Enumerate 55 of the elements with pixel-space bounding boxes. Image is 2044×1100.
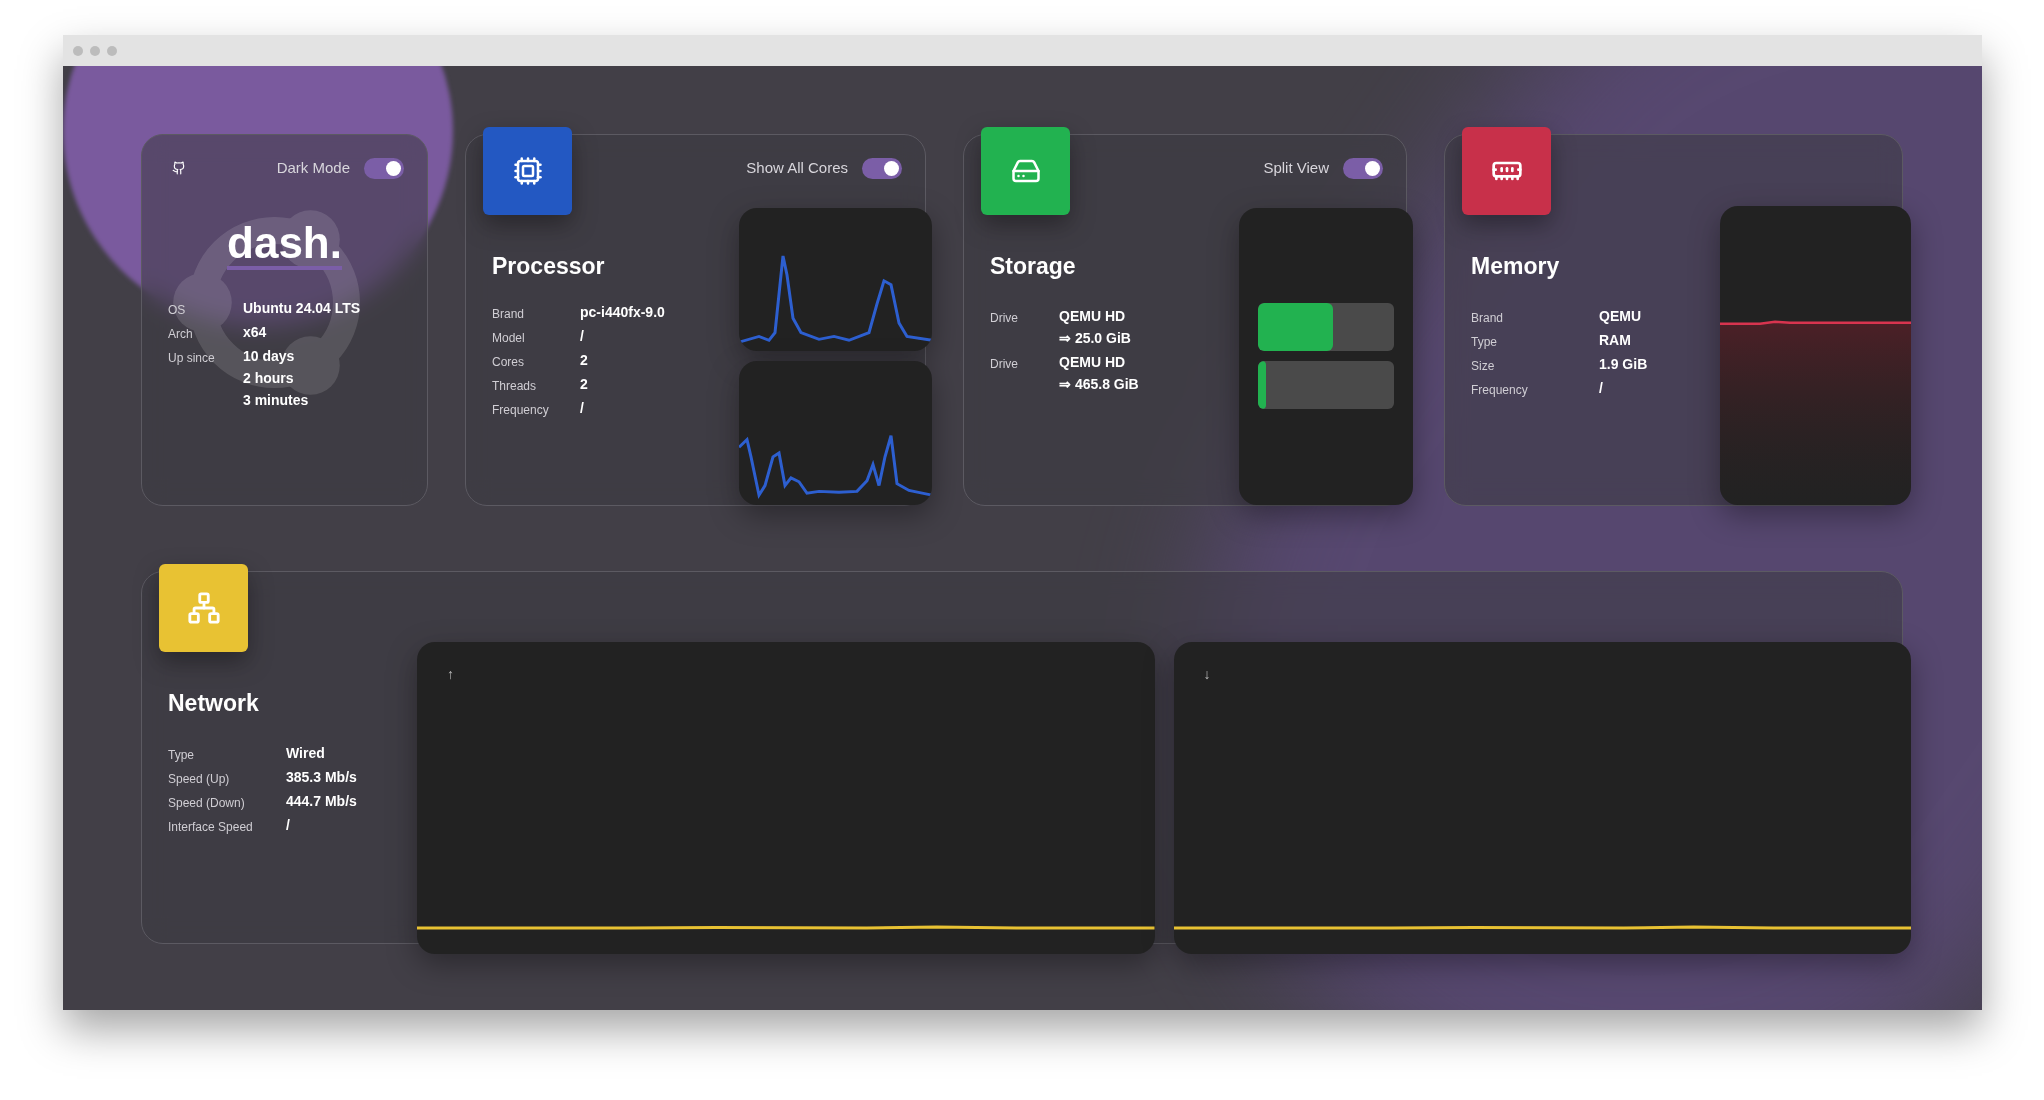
- info-label: Up since: [168, 349, 216, 367]
- info-label: Interface Speed: [168, 818, 254, 836]
- info-label: Arch: [168, 325, 194, 343]
- toggle-switch[interactable]: [862, 157, 902, 179]
- info-value: RAM: [1599, 330, 1631, 350]
- toggle-label: Show All Cores: [746, 158, 848, 178]
- info-value: /: [580, 326, 584, 346]
- info-value: ⇒ 465.8 GiB: [1059, 374, 1139, 394]
- info-label: Type: [168, 746, 195, 764]
- info-value: Ubuntu 24.04 LTS: [243, 298, 361, 318]
- info-value: 385.3 Mb/s: [286, 767, 357, 787]
- info-value: 2: [580, 350, 588, 370]
- info-value: Wired: [286, 743, 325, 763]
- info-value: 1.9 GiB: [1599, 354, 1648, 374]
- info-value: /: [286, 815, 290, 835]
- info-label: Type: [1471, 333, 1498, 351]
- info-value: x64: [243, 322, 267, 342]
- info-value: 10 days: [243, 346, 296, 366]
- info-value: pc-i440fx-9.0: [580, 302, 665, 322]
- chip-icon: [512, 156, 543, 186]
- card-title: Memory: [1471, 252, 1561, 281]
- logo-icon[interactable]: [172, 161, 186, 176]
- info-value: 444.7 Mb/s: [286, 791, 357, 811]
- toggle-switch[interactable]: [1343, 157, 1383, 179]
- info-label: Cores: [492, 353, 525, 371]
- info-label: OS: [168, 301, 187, 319]
- card-title: Processor: [492, 252, 606, 281]
- direction-arrow: ↑: [447, 665, 454, 684]
- info-value: /: [580, 398, 584, 418]
- info-label: Frequency: [492, 401, 550, 419]
- info-label: Brand: [1471, 309, 1505, 327]
- info-label: Size: [1471, 357, 1496, 375]
- info-value: QEMU: [1599, 306, 1641, 326]
- info-value: /: [1599, 378, 1603, 398]
- info-value: QEMU HD: [1059, 352, 1127, 372]
- info-value: 2: [580, 374, 588, 394]
- info-label: Drive: [990, 309, 1019, 327]
- info-value: 3 minutes: [243, 390, 309, 410]
- info-value: ⇒ 25.0 GiB: [1059, 328, 1131, 348]
- direction-arrow: ↓: [1203, 665, 1211, 684]
- brand-title: dash.: [227, 219, 342, 270]
- info-label: Drive: [990, 355, 1019, 373]
- info-value: QEMU HD: [1059, 306, 1127, 326]
- info-label: Model: [492, 329, 526, 347]
- card-title: Storage: [990, 252, 1077, 281]
- info-label: Speed (Up): [168, 770, 231, 788]
- network-icon: [186, 591, 221, 625]
- info-value: 2 hours: [243, 368, 295, 388]
- info-label: Speed (Down): [168, 794, 246, 812]
- info-label: Brand: [492, 305, 526, 323]
- toggle-label: Split View: [1263, 158, 1329, 178]
- info-label: Frequency: [1471, 381, 1529, 399]
- info-label: Threads: [492, 377, 538, 395]
- toggle-label: Dark Mode: [276, 158, 350, 178]
- card-title: Network: [168, 689, 260, 718]
